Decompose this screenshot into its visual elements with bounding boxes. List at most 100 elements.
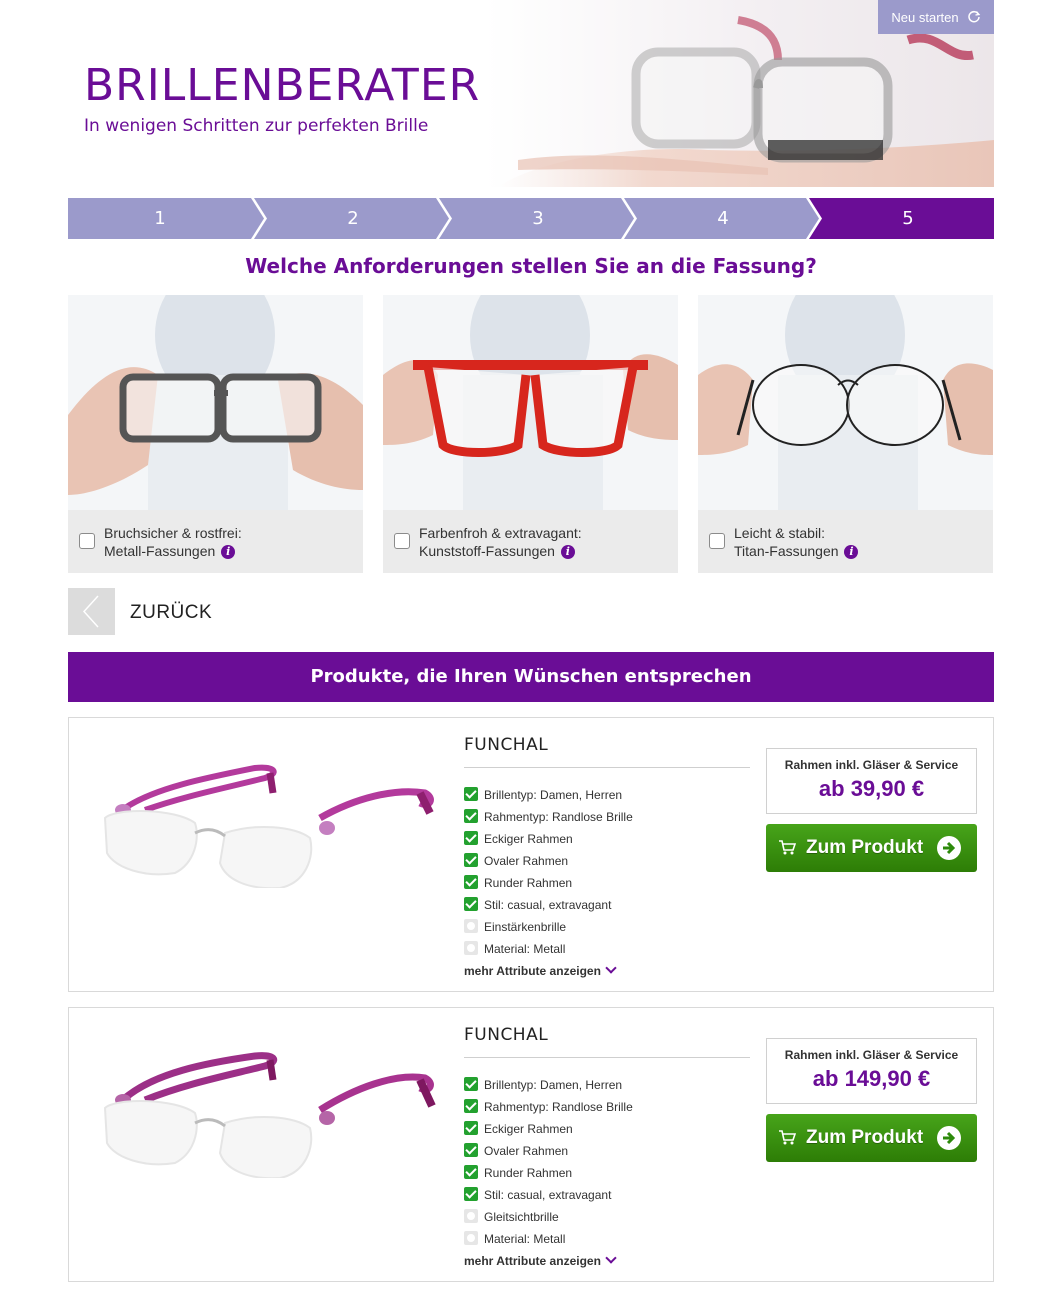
cart-icon (779, 1130, 796, 1145)
attribute-list: Brillentyp: Damen, Herren Rahmentyp: Ran… (464, 787, 633, 963)
option-label: Farbenfroh & extravagant: Kunststoff-Fas… (419, 524, 582, 560)
more-label: mehr Attribute anzeigen (464, 964, 601, 978)
check-icon (464, 875, 478, 889)
check-icon (464, 1077, 478, 1091)
product-glasses-image[interactable] (95, 738, 440, 888)
thin-wire-glasses-held-photo (698, 295, 993, 510)
list-item: Rahmentyp: Randlose Brille (464, 809, 633, 831)
price-label: Rahmen inkl. Gläser & Service (784, 1048, 959, 1062)
product-card: FUNCHAL Brillentyp: Damen, Herren Rahmen… (68, 1007, 994, 1282)
back-link[interactable]: ZURÜCK (130, 602, 212, 624)
list-item: Rahmentyp: Randlose Brille (464, 1099, 633, 1121)
red-glasses-held-photo (383, 295, 678, 510)
option-line1: Farbenfroh & extravagant: (419, 525, 582, 541)
option-card-plastic[interactable]: Farbenfroh & extravagant: Kunststoff-Fas… (383, 295, 678, 573)
price-label: Rahmen inkl. Gläser & Service (784, 758, 959, 772)
restart-label: Neu starten (891, 9, 959, 25)
price-box: Rahmen inkl. Gläser & Service ab 39,90 € (766, 748, 977, 814)
header-banner: BRILLENBERATER In wenigen Schritten zur … (68, 0, 994, 187)
check-icon (464, 1121, 478, 1135)
more-attributes-link[interactable]: mehr Attribute anzeigen (464, 1252, 617, 1268)
attribute-label: Ovaler Rahmen (484, 854, 569, 868)
list-item: Brillentyp: Damen, Herren (464, 1077, 633, 1099)
attribute-label: Stil: casual, extravagant (484, 1188, 612, 1202)
restart-button[interactable]: Neu starten (878, 0, 994, 34)
back-button[interactable] (68, 588, 115, 635)
refresh-icon (967, 10, 980, 23)
step-5[interactable]: 5 (878, 198, 938, 239)
attribute-label: Runder Rahmen (484, 1166, 573, 1180)
list-item: Ovaler Rahmen (464, 853, 633, 875)
list-item: Eckiger Rahmen (464, 831, 633, 853)
option-line2: Metall-Fassungen (104, 543, 216, 559)
divider (464, 767, 750, 768)
chevron-down-icon (605, 962, 617, 974)
dot-icon (464, 919, 478, 933)
attribute-label: Eckiger Rahmen (484, 832, 573, 846)
cart-icon (779, 840, 796, 855)
attribute-label: Brillentyp: Damen, Herren (484, 788, 623, 802)
to-product-button[interactable]: Zum Produkt (766, 1114, 977, 1162)
attribute-label: Eckiger Rahmen (484, 1122, 573, 1136)
list-item: Runder Rahmen (464, 1165, 633, 1187)
grey-glasses-held-photo (68, 295, 363, 510)
results-heading: Produkte, die Ihren Wünschen entsprechen (68, 652, 994, 702)
page-title: BRILLENBERATER (84, 60, 481, 111)
attribute-label: Rahmentyp: Randlose Brille (484, 810, 633, 824)
step-4[interactable]: 4 (693, 198, 753, 239)
page-subtitle: In wenigen Schritten zur perfekten Brill… (84, 116, 429, 136)
step-1[interactable]: 1 (130, 198, 190, 239)
product-name[interactable]: FUNCHAL (464, 735, 548, 755)
check-icon (464, 1143, 478, 1157)
check-icon (464, 831, 478, 845)
attribute-label: Rahmentyp: Randlose Brille (484, 1100, 633, 1114)
dot-icon (464, 941, 478, 955)
list-item: Stil: casual, extravagant (464, 1187, 633, 1209)
more-label: mehr Attribute anzeigen (464, 1254, 601, 1268)
option-line2: Titan-Fassungen (734, 543, 839, 559)
button-label: Zum Produkt (806, 1127, 924, 1148)
divider (464, 1057, 750, 1058)
list-item: Eckiger Rahmen (464, 1121, 633, 1143)
attribute-label: Gleitsichtbrille (484, 1210, 559, 1224)
more-attributes-link[interactable]: mehr Attribute anzeigen (464, 962, 617, 978)
attribute-label: Brillentyp: Damen, Herren (484, 1078, 623, 1092)
info-icon[interactable]: i (844, 545, 859, 559)
titanium-checkbox[interactable] (709, 533, 725, 549)
product-name[interactable]: FUNCHAL (464, 1025, 548, 1045)
attribute-list: Brillentyp: Damen, Herren Rahmentyp: Ran… (464, 1077, 633, 1253)
attribute-label: Einstärkenbrille (484, 920, 567, 934)
list-item: Material: Metall (464, 941, 633, 963)
list-item: Runder Rahmen (464, 875, 633, 897)
price-value: ab 149,90 € (812, 1066, 931, 1091)
list-item: Gleitsichtbrille (464, 1209, 633, 1231)
option-card-metal[interactable]: Bruchsicher & rostfrei: Metall-Fassungen… (68, 295, 363, 573)
to-product-button[interactable]: Zum Produkt (766, 824, 977, 872)
step-2[interactable]: 2 (323, 198, 383, 239)
option-label: Bruchsicher & rostfrei: Metall-Fassungen… (104, 524, 242, 560)
attribute-label: Ovaler Rahmen (484, 1144, 569, 1158)
dot-icon (464, 1209, 478, 1223)
step-3[interactable]: 3 (508, 198, 568, 239)
option-card-titanium[interactable]: Leicht & stabil: Titan-Fassungen i (698, 295, 993, 573)
button-label: Zum Produkt (806, 837, 924, 858)
plastic-checkbox[interactable] (394, 533, 410, 549)
check-icon (464, 897, 478, 911)
dot-icon (464, 1231, 478, 1245)
progress-steps: 1 2 3 4 5 (68, 198, 994, 239)
check-icon (464, 787, 478, 801)
question-heading: Welche Anforderungen stellen Sie an die … (245, 254, 817, 278)
check-icon (464, 853, 478, 867)
product-glasses-image[interactable] (95, 1028, 440, 1178)
arrow-right-icon (937, 836, 961, 860)
list-item: Material: Metall (464, 1231, 633, 1253)
list-item: Ovaler Rahmen (464, 1143, 633, 1165)
list-item: Brillentyp: Damen, Herren (464, 787, 633, 809)
check-icon (464, 1187, 478, 1201)
list-item: Stil: casual, extravagant (464, 897, 633, 919)
info-icon[interactable]: i (560, 545, 575, 559)
price-value: ab 39,90 € (818, 776, 925, 801)
option-label: Leicht & stabil: Titan-Fassungen i (734, 524, 859, 560)
info-icon[interactable]: i (221, 545, 236, 559)
metal-checkbox[interactable] (79, 533, 95, 549)
